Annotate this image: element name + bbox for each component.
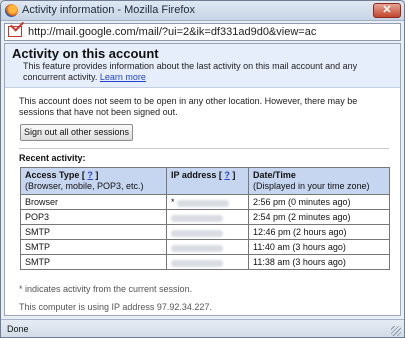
- resize-grip-icon[interactable]: [391, 326, 401, 336]
- page-content: Activity on this account This feature pr…: [4, 43, 401, 316]
- table-row: SMTP 12:46 pm (2 hours ago): [20, 224, 390, 240]
- access-type-cell: SMTP: [20, 239, 167, 255]
- firefox-icon: [5, 4, 18, 17]
- datetime-cell: 11:38 am (3 hours ago): [248, 254, 390, 270]
- table-header-row: Access Type [ ? ] (Browser, mobile, POP3…: [20, 167, 390, 195]
- status-bar: Done: [1, 319, 404, 337]
- url-text: http://mail.google.com/mail/?ui=2&ik=df3…: [28, 26, 317, 38]
- table-row: SMTP 11:40 am (3 hours ago): [20, 239, 390, 255]
- access-type-cell: Browser: [20, 194, 167, 210]
- redacted-ip: [176, 199, 229, 207]
- datetime-cell: 12:46 pm (2 hours ago): [248, 224, 390, 240]
- access-type-cell: SMTP: [20, 224, 167, 240]
- datetime-cell: 2:56 pm (0 minutes ago): [248, 194, 390, 210]
- redacted-ip: [171, 214, 223, 222]
- address-bar[interactable]: http://mail.google.com/mail/?ui=2&ik=df3…: [4, 23, 401, 41]
- page-title: Activity on this account: [12, 46, 159, 61]
- redacted-ip: [171, 259, 223, 267]
- table-row: POP3 2:54 pm (2 minutes ago): [20, 209, 390, 225]
- datetime-subtitle: (Displayed in your time zone): [253, 181, 370, 191]
- status-text: Done: [7, 324, 29, 334]
- window-title: Activity information - Mozilla Firefox: [22, 4, 195, 16]
- recent-activity-label: Recent activity:: [19, 153, 86, 163]
- ip-address-cell: [166, 224, 249, 240]
- access-type-cell: SMTP: [20, 254, 167, 270]
- ip-address-cell: [166, 254, 249, 270]
- ip-address-header: IP address [ ? ]: [166, 167, 249, 195]
- learn-more-link[interactable]: Learn more: [100, 72, 146, 82]
- sign-out-all-sessions-button[interactable]: Sign out all other sessions: [20, 124, 133, 141]
- feature-description: This feature provides information about …: [23, 61, 383, 83]
- gmail-icon: [8, 26, 22, 37]
- current-session-marker: *: [171, 197, 175, 207]
- close-button[interactable]: ✕: [373, 3, 401, 18]
- title-bar[interactable]: Activity information - Mozilla Firefox ✕: [1, 1, 404, 21]
- redacted-ip: [171, 244, 223, 252]
- access-type-header: Access Type [ ? ] (Browser, mobile, POP3…: [20, 167, 167, 195]
- ip-address-title: IP address: [171, 170, 217, 180]
- datetime-title: Date/Time: [253, 170, 296, 180]
- ip-address-cell: *: [166, 194, 249, 210]
- description-text: This feature provides information about …: [23, 61, 358, 82]
- datetime-cell: 2:54 pm (2 minutes ago): [248, 209, 390, 225]
- datetime-cell: 11:40 am (3 hours ago): [248, 239, 390, 255]
- browser-window: Activity information - Mozilla Firefox ✕…: [0, 0, 405, 338]
- datetime-header: Date/Time (Displayed in your time zone): [248, 167, 390, 195]
- current-ip-note: This computer is using IP address 97.92.…: [19, 302, 212, 312]
- divider: [19, 148, 389, 149]
- access-type-title: Access Type: [25, 170, 80, 180]
- current-session-footnote: * indicates activity from the current se…: [19, 284, 193, 294]
- activity-table: Access Type [ ? ] (Browser, mobile, POP3…: [20, 167, 390, 270]
- redacted-ip: [171, 229, 223, 237]
- table-row: SMTP 11:38 am (3 hours ago): [20, 254, 390, 270]
- session-status-text: This account does not seem to be open in…: [19, 96, 358, 117]
- info-header: Activity on this account This feature pr…: [5, 44, 400, 88]
- ip-address-cell: [166, 239, 249, 255]
- access-type-subtitle: (Browser, mobile, POP3, etc.): [25, 181, 144, 191]
- ip-address-cell: [166, 209, 249, 225]
- access-type-cell: POP3: [20, 209, 167, 225]
- table-row: Browser * 2:56 pm (0 minutes ago): [20, 194, 390, 210]
